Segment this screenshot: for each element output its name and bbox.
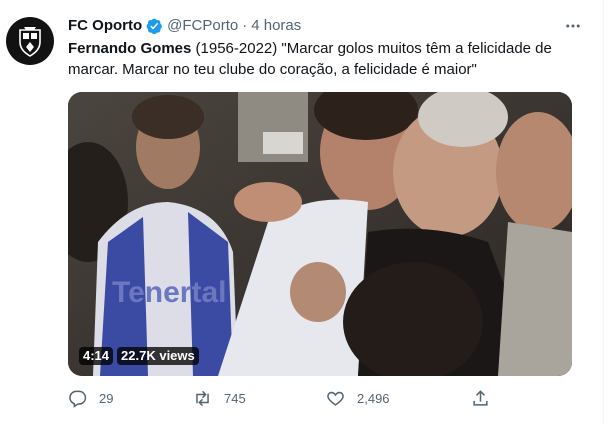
video-badges: 4:14 22.7K views <box>79 347 199 365</box>
retweet-count: 745 <box>224 391 246 406</box>
tweet-text: Fernando Gomes (1956-2022) "Marcar golos… <box>68 38 568 80</box>
fc-porto-crest-icon <box>19 27 41 57</box>
heart-icon <box>327 391 344 406</box>
retweet-icon <box>196 390 209 407</box>
avatar[interactable] <box>6 17 54 65</box>
author-name[interactable]: FC Oporto <box>68 16 142 36</box>
video-views: 22.7K views <box>117 347 199 365</box>
retweet-button[interactable]: 745 <box>193 389 326 408</box>
video-thumbnail: Tenertal <box>68 92 572 376</box>
verified-badge-icon <box>145 17 163 35</box>
more-options-icon[interactable] <box>561 14 585 38</box>
tweet-timestamp[interactable]: 4 horas <box>251 16 301 36</box>
like-button[interactable]: 2,496 <box>326 389 471 408</box>
reply-icon <box>69 390 87 408</box>
video-player[interactable]: Tenertal 4:14 22.7K views <box>68 92 572 376</box>
header-separator: · <box>242 17 248 34</box>
tweet-header: FC Oporto @FCPorto · 4 horas <box>68 16 563 36</box>
share-icon <box>473 390 488 406</box>
reply-count: 29 <box>99 391 114 406</box>
author-handle[interactable]: @FCPorto <box>167 16 238 36</box>
reply-button[interactable]: 29 <box>68 389 193 408</box>
jersey-sponsor-text: Tenertal <box>112 276 226 309</box>
like-count: 2,496 <box>357 391 390 406</box>
video-duration: 4:14 <box>79 347 114 365</box>
share-button[interactable] <box>471 389 490 408</box>
tweet-card[interactable]: FC Oporto @FCPorto · 4 horas Fernando Go… <box>0 0 604 424</box>
tweet-text-bold: Fernando Gomes <box>68 40 192 57</box>
tweet-actions: 29 745 2,496 <box>68 389 508 408</box>
